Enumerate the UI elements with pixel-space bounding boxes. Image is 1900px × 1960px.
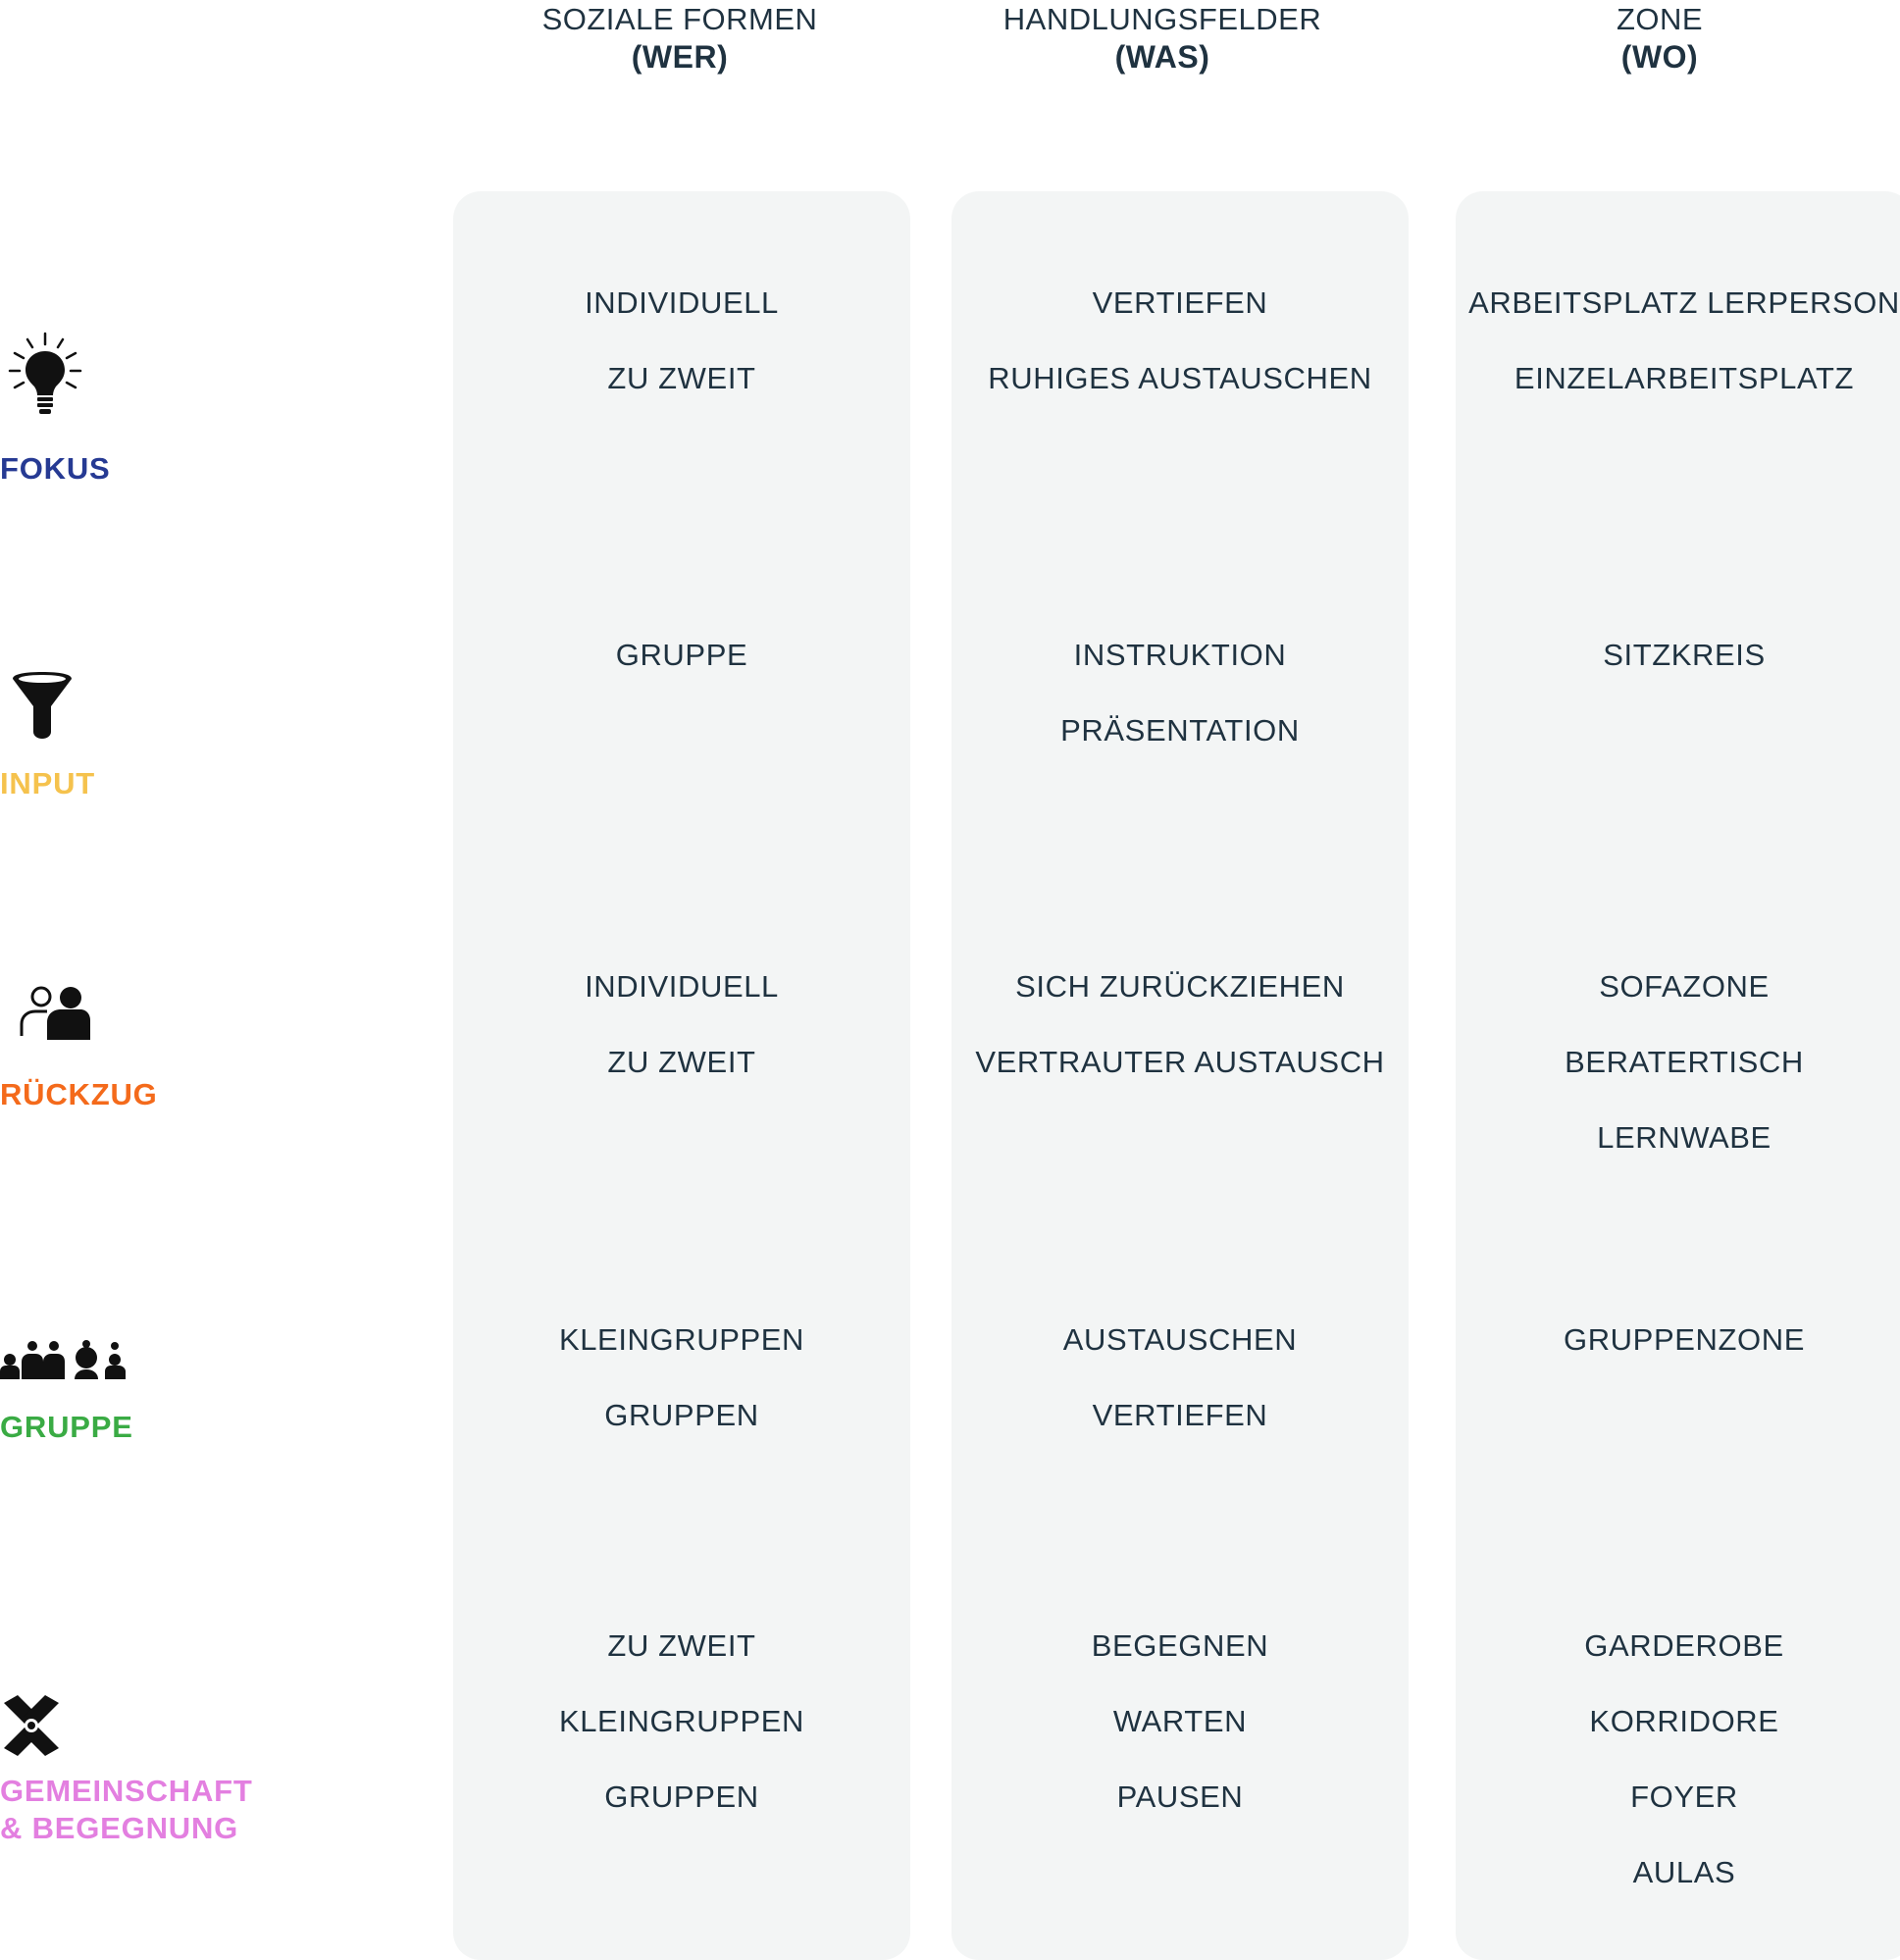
matrix-cell: GRUPPENZONE [1456, 1302, 1900, 1377]
cell-item: SICH ZURÜCKZIEHEN [1015, 969, 1345, 1004]
column-subtitle: (WER) [631, 39, 729, 75]
cell-item: GRUPPE [615, 638, 748, 672]
cell-item: AULAS [1632, 1855, 1736, 1889]
column-panel-wer: INDIVIDUELL ZU ZWEIT GRUPPE INDIVIDUELL ZU Z… [453, 191, 910, 1960]
cell-item: VERTRAUTER AUSTAUSCH [975, 1045, 1385, 1079]
matrix-cell: SITZKREIS [1456, 617, 1900, 693]
cell-item: KLEINGRUPPEN [558, 1704, 805, 1738]
matrix-cell: SICH ZURÜCKZIEHEN VERTRAUTER AUSTAUSCH [951, 949, 1409, 1100]
matrix-cell: KLEINGRUPPEN GRUPPEN [453, 1302, 910, 1453]
cell-item: FOYER [1630, 1779, 1738, 1814]
cell-item: BERATERTISCH [1565, 1045, 1804, 1079]
column-title: SOZIALE FORMEN [541, 2, 818, 36]
row-label-5: GEMEINSCHAFT & BEGEGNUNG [0, 1774, 253, 1845]
cell-item: BEGEGNEN [1091, 1628, 1269, 1663]
cell-item: ZU ZWEIT [607, 1628, 756, 1663]
column-title: ZONE [1616, 2, 1704, 36]
cell-item: WARTEN [1112, 1704, 1248, 1738]
column-subtitle: (WAS) [1114, 39, 1210, 75]
cell-item: SOFAZONE [1599, 969, 1770, 1004]
matrix-cell: GARDEROBE KORRIDORE FOYER AULAS [1456, 1608, 1900, 1910]
group-people-icon [0, 1338, 126, 1379]
cell-item: PAUSEN [1116, 1779, 1244, 1814]
retreat-people-icon [18, 985, 90, 1040]
cell-item: ARBEITSPLATZ LERPERSON [1468, 285, 1900, 320]
cell-item: PRÄSENTATION [1060, 713, 1300, 748]
column-panel-was: VERTIEFEN RUHIGES AUSTAUSCHEN INSTRUKTION P… [951, 191, 1409, 1960]
column-header-wo: ZONE (WO) [1454, 0, 1866, 77]
cell-item: AUSTAUSCHEN [1062, 1322, 1298, 1357]
row-label-4: GRUPPE [0, 1410, 133, 1444]
matrix-cell: INSTRUKTION PRÄSENTATION [951, 617, 1409, 768]
row-label-1: FOKUS [0, 451, 111, 486]
column-header-was: HANDLUNGSFELDER (WAS) [956, 0, 1368, 77]
cell-item: GRUPPEN [604, 1398, 759, 1432]
cell-item: VERTIEFEN [1092, 1398, 1268, 1432]
cell-item: VERTIEFEN [1092, 285, 1268, 320]
cell-item: INSTRUKTION [1073, 638, 1287, 672]
cell-item: GRUPPENZONE [1563, 1322, 1806, 1357]
matrix-cell: INDIVIDUELL ZU ZWEIT [453, 949, 910, 1100]
cell-item: LERNWABE [1597, 1120, 1772, 1155]
column-title: HANDLUNGSFELDER [1002, 2, 1322, 36]
cell-item: INDIVIDUELL [585, 285, 779, 320]
cell-item: KLEINGRUPPEN [558, 1322, 805, 1357]
matrix-cell: AUSTAUSCHEN VERTIEFEN [951, 1302, 1409, 1453]
cell-item: RUHIGES AUSTAUSCHEN [988, 361, 1372, 395]
column-panel-wo: ARBEITSPLATZ LERPERSON EINZELARBEITSPLATZ… [1456, 191, 1900, 1960]
cell-item: INDIVIDUELL [585, 969, 779, 1004]
matrix-cell: INDIVIDUELL ZU ZWEIT [453, 265, 910, 416]
row-label-3: RÜCKZUG [0, 1077, 158, 1111]
cell-item: SITZKREIS [1603, 638, 1766, 672]
matrix-cell: GRUPPE [453, 617, 910, 693]
matrix-cell: ZU ZWEIT KLEINGRUPPEN GRUPPEN [453, 1608, 910, 1834]
cell-item: EINZELARBEITSPLATZ [1514, 361, 1855, 395]
cell-item: ZU ZWEIT [607, 361, 756, 395]
joined-hands-icon [0, 1693, 63, 1758]
cell-item: GRUPPEN [604, 1779, 759, 1814]
cell-item: ZU ZWEIT [607, 1045, 756, 1079]
matrix-cell: BEGEGNEN WARTEN PAUSEN [951, 1608, 1409, 1834]
row-label-2: INPUT [0, 766, 95, 800]
cell-item: GARDEROBE [1584, 1628, 1784, 1663]
column-subtitle: (WO) [1620, 39, 1699, 75]
lightbulb-icon [8, 332, 82, 420]
column-header-wer: SOZIALE FORMEN (WER) [474, 0, 886, 77]
matrix-cell: SOFAZONE BERATERTISCH LERNWABE [1456, 949, 1900, 1175]
funnel-icon [10, 671, 75, 740]
cell-item: KORRIDORE [1589, 1704, 1779, 1738]
matrix-cell: ARBEITSPLATZ LERPERSON EINZELARBEITSPLATZ [1456, 265, 1900, 416]
matrix-cell: VERTIEFEN RUHIGES AUSTAUSCHEN [951, 265, 1409, 416]
